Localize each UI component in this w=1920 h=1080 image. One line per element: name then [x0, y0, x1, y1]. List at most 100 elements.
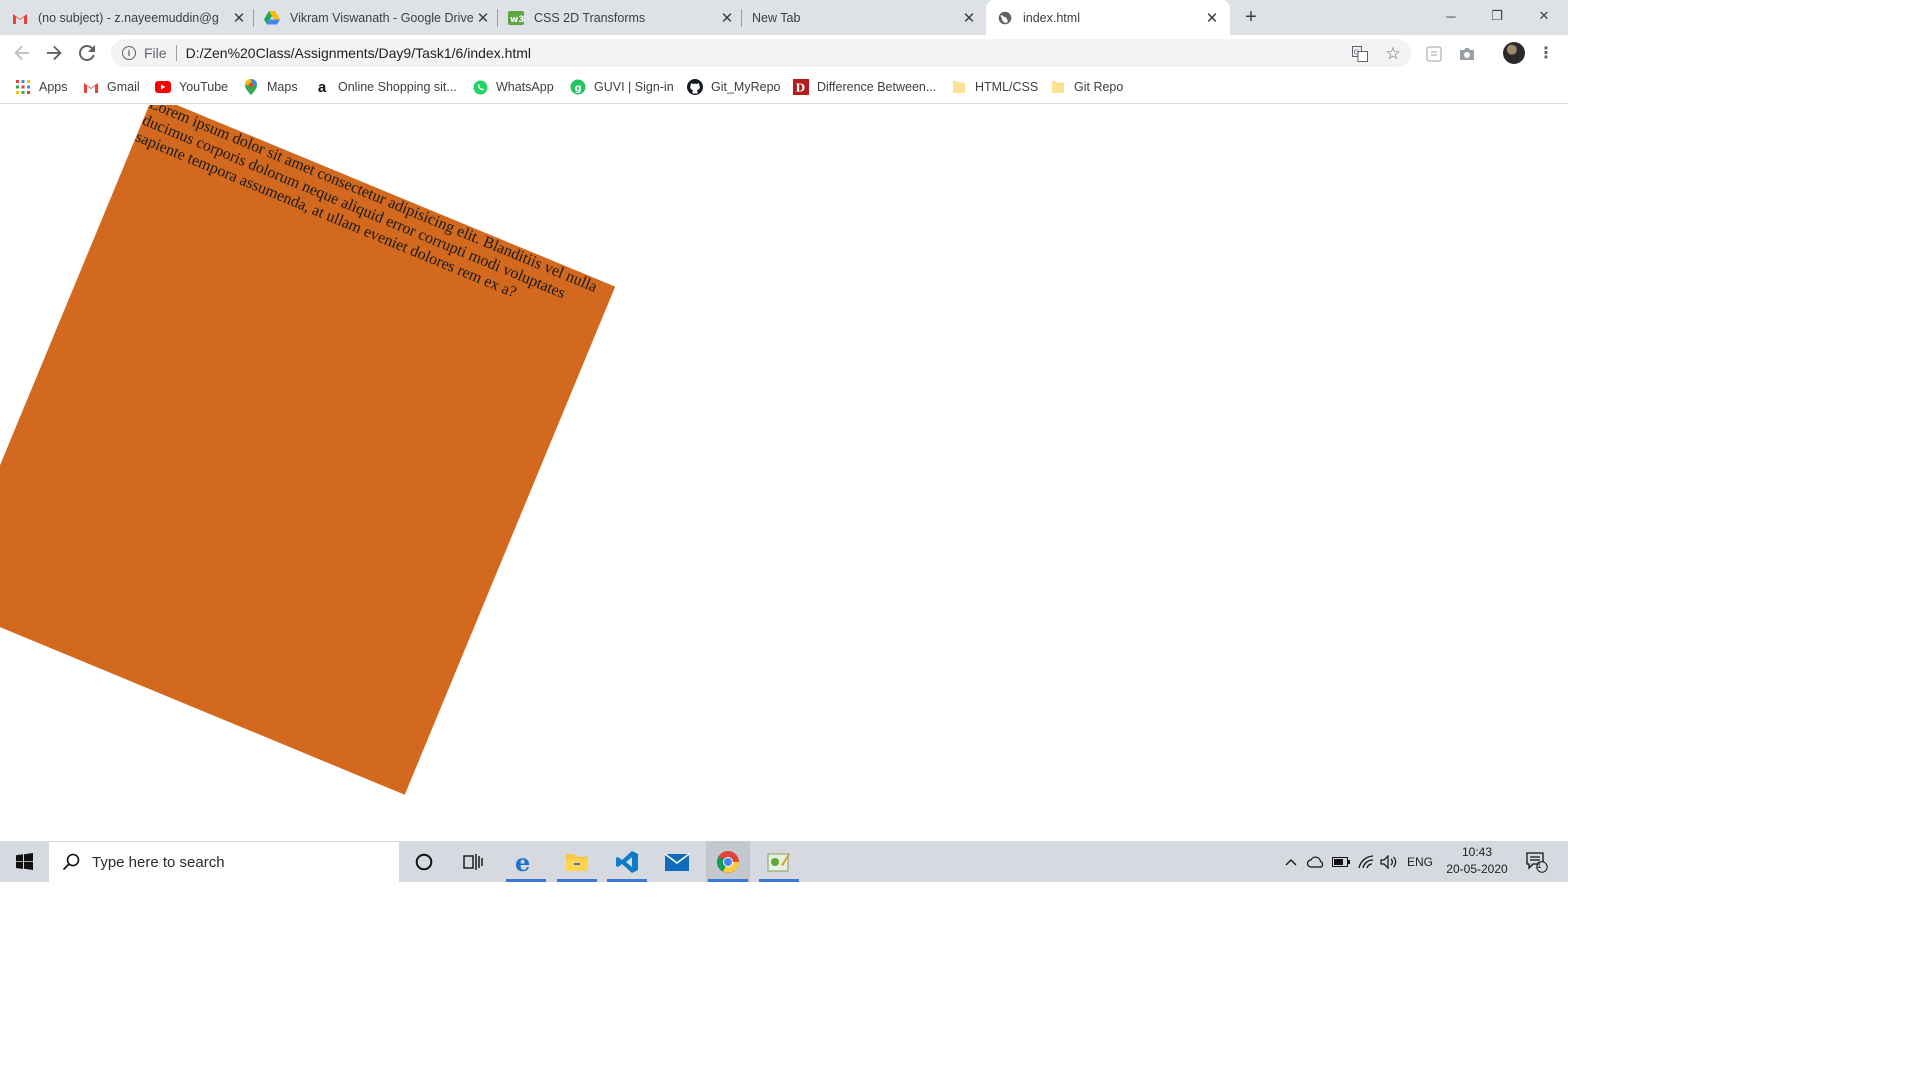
bookmark-maps[interactable]: Maps	[243, 77, 298, 97]
restore-icon[interactable]: ❐	[1474, 0, 1520, 32]
globe-icon	[997, 10, 1013, 26]
camera-icon[interactable]	[1458, 45, 1476, 63]
tab-index-html[interactable]: index.html ✕	[986, 0, 1230, 35]
bookmark-youtube[interactable]: YouTube	[155, 77, 228, 97]
tab-gmail[interactable]: (no subject) - z.nayeemuddin@g ✕	[12, 0, 248, 35]
close-icon[interactable]: ✕	[1203, 9, 1221, 27]
bookmark-label: HTML/CSS	[975, 80, 1039, 94]
wifi-icon[interactable]	[1356, 841, 1376, 882]
tab-title: CSS 2D Transforms	[534, 10, 646, 25]
page-viewport: Lorem ipsum dolor sit amet consectetur a…	[0, 105, 1568, 841]
url-text[interactable]: D:/Zen%20Class/Assignments/Day9/Task1/6/…	[186, 45, 531, 61]
cortana-icon[interactable]	[402, 841, 446, 882]
close-icon[interactable]: ✕	[718, 9, 736, 27]
svg-text:w3: w3	[510, 15, 524, 25]
bookmark-apps[interactable]: Apps	[15, 77, 68, 97]
rotated-box: Lorem ipsum dolor sit amet consectetur a…	[0, 105, 616, 795]
minimize-icon[interactable]: ─	[1428, 0, 1474, 32]
youtube-icon	[155, 79, 171, 95]
close-window-icon[interactable]: ✕	[1521, 0, 1567, 32]
volume-icon[interactable]	[1379, 841, 1399, 882]
bookmark-label: Online Shopping sit...	[338, 80, 457, 94]
clock-time: 10:43	[1461, 845, 1493, 859]
tab-title: index.html	[1023, 10, 1080, 25]
folder-icon	[1050, 79, 1066, 95]
bookmarks-bar: Apps Gmail YouTube Maps a Online Shoppin…	[0, 71, 1568, 104]
address-bar[interactable]: i File D:/Zen%20Class/Assignments/Day9/T…	[111, 39, 1411, 67]
tab-separator	[497, 9, 498, 27]
gmail-icon	[12, 10, 28, 26]
extension-icon[interactable]	[1425, 45, 1443, 63]
omnibox-divider	[175, 45, 177, 61]
translate-icon[interactable]: G	[1351, 45, 1369, 63]
bookmark-online-shopping[interactable]: a Online Shopping sit...	[314, 77, 457, 97]
bookmark-folder-html-css[interactable]: HTML/CSS	[951, 77, 1038, 97]
language-indicator[interactable]: ENG	[1404, 841, 1436, 882]
battery-icon[interactable]	[1331, 841, 1351, 882]
task-view-icon[interactable]	[451, 841, 495, 882]
bookmark-label: YouTube	[179, 80, 229, 94]
close-icon[interactable]: ✕	[474, 9, 492, 27]
bookmark-label: Maps	[267, 80, 298, 94]
bookmark-label: GUVI | Sign-in	[594, 80, 674, 94]
star-icon[interactable]: ☆	[1384, 44, 1402, 63]
profile-avatar[interactable]	[1503, 42, 1525, 64]
back-arrow-icon[interactable]	[9, 40, 35, 66]
taskbar-search-box[interactable]: Type here to search	[49, 842, 399, 882]
bookmark-git-myrepo[interactable]: Git_MyRepo	[687, 77, 780, 97]
paint-icon[interactable]	[757, 841, 801, 882]
bookmark-folder-git-repo[interactable]: Git Repo	[1050, 77, 1123, 97]
vscode-icon[interactable]	[605, 841, 649, 882]
svg-text:G: G	[1354, 49, 1359, 57]
system-clock[interactable]: 10:43 20-05-2020	[1440, 844, 1514, 878]
tab-css-transforms[interactable]: w3 CSS 2D Transforms ✕	[508, 0, 736, 35]
folder-icon	[951, 79, 967, 95]
maps-pin-icon	[243, 79, 259, 95]
windows-taskbar: Type here to search e ENG 10:43 20-05-20…	[0, 841, 1568, 882]
notification-center-icon[interactable]: 1	[1522, 841, 1552, 882]
browser-toolbar: i File D:/Zen%20Class/Assignments/Day9/T…	[0, 35, 1568, 71]
edge-icon[interactable]: e	[504, 841, 548, 882]
tab-separator	[741, 9, 742, 27]
guvi-icon: g	[570, 79, 586, 95]
new-tab-button[interactable]: +	[1239, 5, 1263, 29]
tab-strip: (no subject) - z.nayeemuddin@g ✕ Vikram …	[0, 0, 1568, 35]
menu-kebab-icon[interactable]: ⋮	[1537, 42, 1555, 64]
gmail-icon	[83, 79, 99, 95]
bookmark-label: Git_MyRepo	[711, 80, 781, 94]
bookmark-difference-between[interactable]: D Difference Between...	[793, 77, 936, 97]
whatsapp-icon	[472, 79, 488, 95]
tab-new-tab[interactable]: New Tab ✕	[752, 0, 978, 35]
svg-text:g: g	[575, 83, 582, 94]
info-icon[interactable]: i	[122, 46, 136, 60]
file-explorer-icon[interactable]	[555, 841, 599, 882]
chrome-icon[interactable]	[706, 841, 750, 882]
chevron-up-icon[interactable]	[1282, 841, 1300, 882]
bookmark-gmail[interactable]: Gmail	[83, 77, 140, 97]
search-placeholder: Type here to search	[92, 853, 225, 871]
google-drive-icon	[264, 10, 280, 26]
bookmark-label: WhatsApp	[496, 80, 554, 94]
bookmark-label: Apps	[39, 80, 68, 94]
bookmark-label: Git Repo	[1074, 80, 1124, 94]
notification-count: 1	[1536, 860, 1542, 870]
bookmark-label: Difference Between...	[817, 80, 937, 94]
close-icon[interactable]: ✕	[230, 9, 248, 27]
w3schools-icon: w3	[508, 10, 524, 26]
bookmark-guvi[interactable]: g GUVI | Sign-in	[570, 77, 674, 97]
close-icon[interactable]: ✕	[960, 9, 978, 27]
reload-icon[interactable]	[74, 40, 100, 66]
search-icon	[62, 853, 80, 871]
amazon-icon: a	[317, 78, 327, 96]
tab-title: New Tab	[752, 10, 801, 25]
forward-arrow-icon[interactable]	[41, 40, 67, 66]
mail-icon[interactable]	[655, 841, 699, 882]
tab-google-drive[interactable]: Vikram Viswanath - Google Drive ✕	[264, 0, 492, 35]
apps-grid-icon	[15, 79, 31, 95]
tab-title: (no subject) - z.nayeemuddin@g	[38, 10, 219, 25]
tab-title: Vikram Viswanath - Google Drive	[290, 10, 474, 25]
windows-start-icon[interactable]	[0, 841, 48, 882]
bookmark-whatsapp[interactable]: WhatsApp	[472, 77, 554, 97]
onedrive-icon[interactable]	[1306, 841, 1326, 882]
tab-separator	[253, 9, 254, 27]
